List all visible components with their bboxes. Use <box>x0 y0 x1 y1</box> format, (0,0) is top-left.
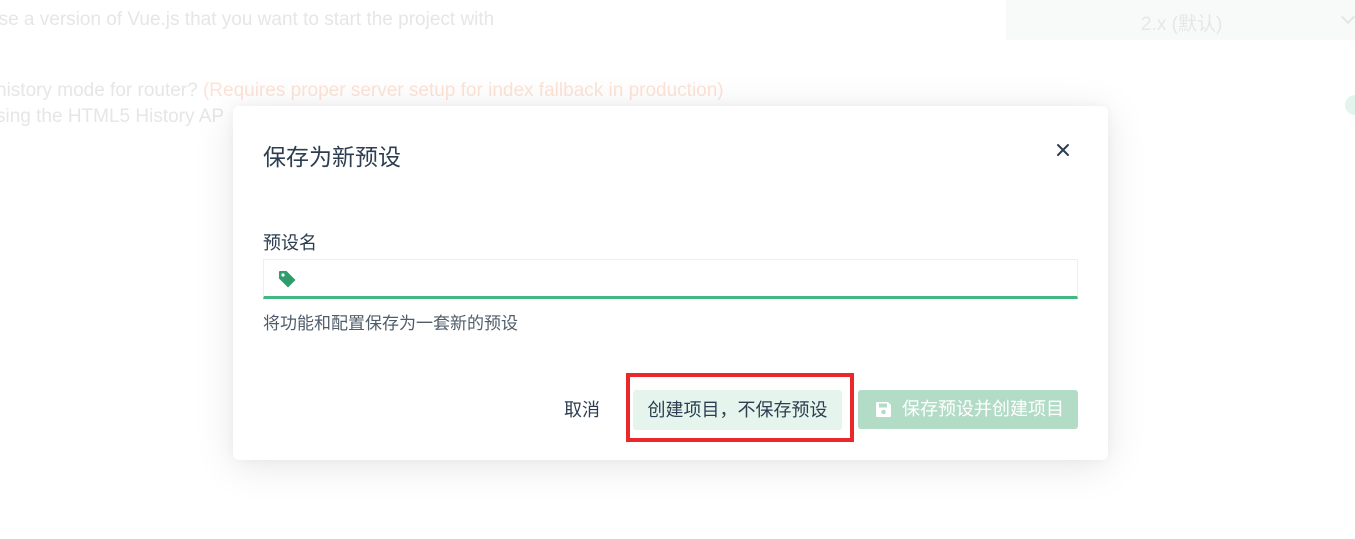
preset-name-input[interactable] <box>308 260 1068 296</box>
preset-name-label: 预设名 <box>263 233 317 253</box>
history-mode-question: history mode for router? <box>0 80 198 101</box>
cancel-button[interactable]: 取消 <box>555 390 609 430</box>
tag-icon <box>279 271 296 288</box>
save-preset-dialog: 保存为新预设 预设名 将功能和配置保存为一套新的预设 取消 创建项目，不保存预设… <box>233 106 1108 460</box>
history-mode-detail: sing the HTML5 History AP <box>0 106 225 127</box>
close-icon <box>1057 144 1069 156</box>
save-and-create-label: 保存预设并创建项目 <box>902 399 1064 419</box>
dialog-title: 保存为新预设 <box>263 144 401 170</box>
history-mode-warning: (Requires proper server setup for index … <box>202 80 724 101</box>
create-without-saving-button[interactable]: 创建项目，不保存预设 <box>633 390 842 430</box>
floppy-disk-icon <box>876 402 891 417</box>
vue-version-prompt: ose a version of Vue.js that you want to… <box>0 9 495 30</box>
close-button[interactable] <box>1051 138 1075 162</box>
save-and-create-button[interactable]: 保存预设并创建项目 <box>858 390 1078 429</box>
preset-name-hint: 将功能和配置保存为一套新的预设 <box>263 314 518 333</box>
preset-name-field <box>263 259 1078 299</box>
history-mode-prompt: history mode for router? (Requires prope… <box>0 80 724 102</box>
vue-version-select-value: 2.x (默认) <box>1141 14 1223 35</box>
history-mode-toggle[interactable] <box>1345 95 1355 115</box>
